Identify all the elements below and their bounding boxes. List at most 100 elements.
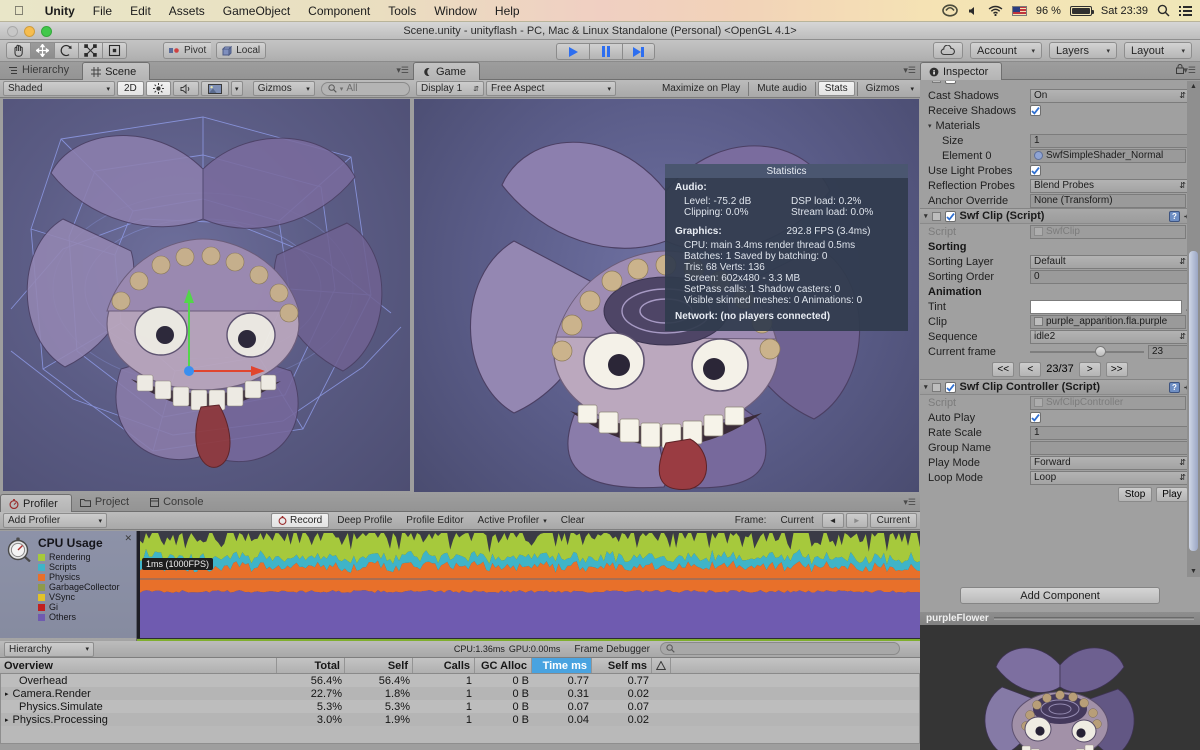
legend-item[interactable]: Rendering [38, 552, 120, 562]
profiler-module-cpu[interactable]: ✕ CPU Usage Rendering Scripts Physics Ga… [0, 531, 137, 638]
apple-logo-icon[interactable]:  [14, 3, 24, 18]
aspect-dropdown[interactable]: Free Aspect ▾ [486, 81, 616, 96]
layout-dropdown[interactable]: Layout ▾ [1124, 42, 1192, 59]
tab-console[interactable]: Console [142, 493, 216, 511]
creative-cloud-icon[interactable] [942, 4, 958, 17]
inspector-row-materials-size[interactable]: Size 1 [920, 133, 1200, 148]
fold-arrow-icon[interactable]: ▾ [924, 383, 928, 391]
panel-menu-icon[interactable]: ▾☰ [1183, 65, 1196, 76]
inspector-row-tint[interactable]: Tint [920, 299, 1200, 314]
materials-size-input[interactable]: 1 [1030, 134, 1190, 148]
scene-search-field[interactable]: ▾ All [321, 82, 410, 96]
tab-profiler[interactable]: Profiler [0, 494, 72, 512]
expand-arrow-icon[interactable]: ▸ [5, 716, 9, 724]
first-frame-button[interactable]: << [992, 362, 1014, 377]
rate-scale-input[interactable]: 1 [1030, 426, 1190, 440]
frame-debugger-button[interactable]: Frame Debugger [568, 642, 656, 657]
swf-clip-enable-checkbox[interactable] [945, 211, 956, 222]
auto-play-checkbox[interactable] [1030, 412, 1041, 423]
inspector-row-sorting-order[interactable]: Sorting Order 0 [920, 269, 1200, 284]
menu-help[interactable]: Help [486, 4, 529, 18]
inspector-row-play-mode[interactable]: Play Mode Forward ⇵ [920, 455, 1200, 470]
current-frame-button[interactable]: Current [870, 513, 917, 528]
inspector-row-clip[interactable]: Clip purple_apparition.fla.purple [920, 314, 1200, 329]
clock-label[interactable]: Sat 23:39 [1101, 5, 1148, 17]
breakdown-search-field[interactable] [660, 642, 900, 655]
cloud-services-icon[interactable] [933, 42, 963, 59]
display-dropdown[interactable]: Display 1 ⇵ [416, 81, 484, 96]
component-enable-checkbox[interactable] [945, 81, 956, 84]
column-header-time-ms[interactable]: Time ms [532, 658, 592, 673]
move-tool-button[interactable] [30, 42, 54, 59]
add-profiler-dropdown[interactable]: Add Profiler ▾ [3, 513, 107, 528]
account-dropdown[interactable]: Account ▾ [970, 42, 1042, 59]
prev-frame-button[interactable]: < [1019, 362, 1041, 377]
maximize-on-play-button[interactable]: Maximize on Play [656, 81, 746, 96]
local-toggle-button[interactable]: Local [216, 42, 266, 59]
2d-toggle-button[interactable]: 2D [117, 81, 144, 96]
inspector-row-rate-scale[interactable]: Rate Scale 1 [920, 425, 1200, 440]
receive-shadows-checkbox[interactable] [1030, 105, 1041, 116]
tab-scene[interactable]: Scene [82, 62, 150, 80]
rect-tool-button[interactable] [102, 42, 127, 59]
game-gizmos-button[interactable]: Gizmos [860, 81, 906, 96]
column-header-gc-alloc[interactable]: GC Alloc [475, 658, 532, 673]
preview-header[interactable]: purpleFlower [920, 612, 1200, 625]
wifi-icon[interactable] [988, 5, 1003, 16]
step-button[interactable] [622, 43, 655, 60]
legend-item[interactable]: VSync [38, 592, 120, 602]
notification-center-icon[interactable] [1179, 5, 1192, 16]
table-row[interactable]: Overhead 56.4% 56.4% 1 0 B 0.77 0.77 [1, 674, 919, 687]
fold-arrow-icon[interactable]: ▾ [928, 122, 932, 130]
legend-item[interactable]: Physics [38, 572, 120, 582]
inspector-row-use-light-probes[interactable]: Use Light Probes [920, 163, 1200, 178]
inspector-scrollbar[interactable]: ▲ ▼ [1187, 81, 1200, 577]
tab-inspector[interactable]: Inspector [920, 62, 1002, 80]
sort-direction-icon[interactable] [652, 658, 671, 673]
prev-frame-button[interactable]: ◄ [822, 513, 844, 528]
profiler-cpu-graph[interactable]: 1ms (1000FPS) [0, 531, 920, 638]
swf-clip-controller-enable-checkbox[interactable] [945, 382, 956, 393]
last-frame-button[interactable]: >> [1106, 362, 1128, 377]
table-row[interactable]: ▸ Physics.Processing 3.0% 1.9% 1 0 B 0.0… [1, 713, 919, 726]
profile-editor-button[interactable]: Profile Editor [400, 513, 469, 528]
pause-button[interactable] [589, 43, 622, 60]
table-row[interactable]: Physics.Simulate 5.3% 5.3% 1 0 B 0.07 0.… [1, 700, 919, 713]
inspector-row-reflection-probes[interactable]: Reflection Probes Blend Probes ⇵ [920, 178, 1200, 193]
minimize-window-button[interactable] [24, 26, 35, 37]
menu-component[interactable]: Component [299, 4, 379, 18]
tab-project[interactable]: Project [72, 493, 142, 511]
scene-fx-toggle[interactable] [201, 81, 229, 96]
stats-button[interactable]: Stats [818, 81, 855, 96]
panel-menu-icon[interactable]: ▾☰ [396, 65, 409, 76]
add-component-button[interactable]: Add Component [960, 587, 1160, 604]
menu-file[interactable]: File [84, 4, 121, 18]
element-0-object-field[interactable]: SwfSimpleShader_Normal [1030, 149, 1186, 163]
next-frame-button[interactable]: ► [846, 513, 868, 528]
legend-item[interactable]: GarbageCollector [38, 582, 120, 592]
preview-viewport[interactable] [920, 625, 1200, 750]
column-header-overview[interactable]: Overview [0, 658, 277, 673]
column-header-self-ms[interactable]: Self ms [592, 658, 652, 673]
inspector-row-auto-play[interactable]: Auto Play [920, 410, 1200, 425]
sequence-dropdown[interactable]: idle2 ⇵ [1030, 330, 1190, 344]
column-header-self[interactable]: Self [345, 658, 413, 673]
record-button[interactable]: Record [271, 513, 329, 528]
scale-tool-button[interactable] [78, 42, 102, 59]
current-frame-slider[interactable] [1030, 345, 1144, 359]
scene-viewport[interactable] [3, 99, 410, 491]
play-button[interactable]: Play [1156, 487, 1188, 502]
legend-item[interactable]: Gi [38, 602, 120, 612]
pivot-toggle-button[interactable]: Pivot [163, 42, 211, 59]
game-viewport[interactable]: Statistics Audio: Level: -75.2 dB DSP lo… [414, 99, 919, 492]
inspector-body[interactable]: ▾ Mesh Renderer Cast Shadows On ⇵ Receiv… [920, 81, 1200, 577]
menu-edit[interactable]: Edit [121, 4, 160, 18]
tint-color-field[interactable] [1030, 300, 1182, 314]
inspector-row-group-name[interactable]: Group Name [920, 440, 1200, 455]
scene-fx-dropdown[interactable]: ▾ [231, 81, 243, 96]
table-row[interactable]: ▸ Camera.Render 22.7% 1.8% 1 0 B 0.31 0.… [1, 687, 919, 700]
inspector-row-materials-fold[interactable]: ▾ Materials [920, 118, 1200, 133]
play-button[interactable] [556, 43, 589, 60]
legend-item[interactable]: Scripts [38, 562, 120, 572]
inspector-row-sequence[interactable]: Sequence idle2 ⇵ [920, 329, 1200, 344]
